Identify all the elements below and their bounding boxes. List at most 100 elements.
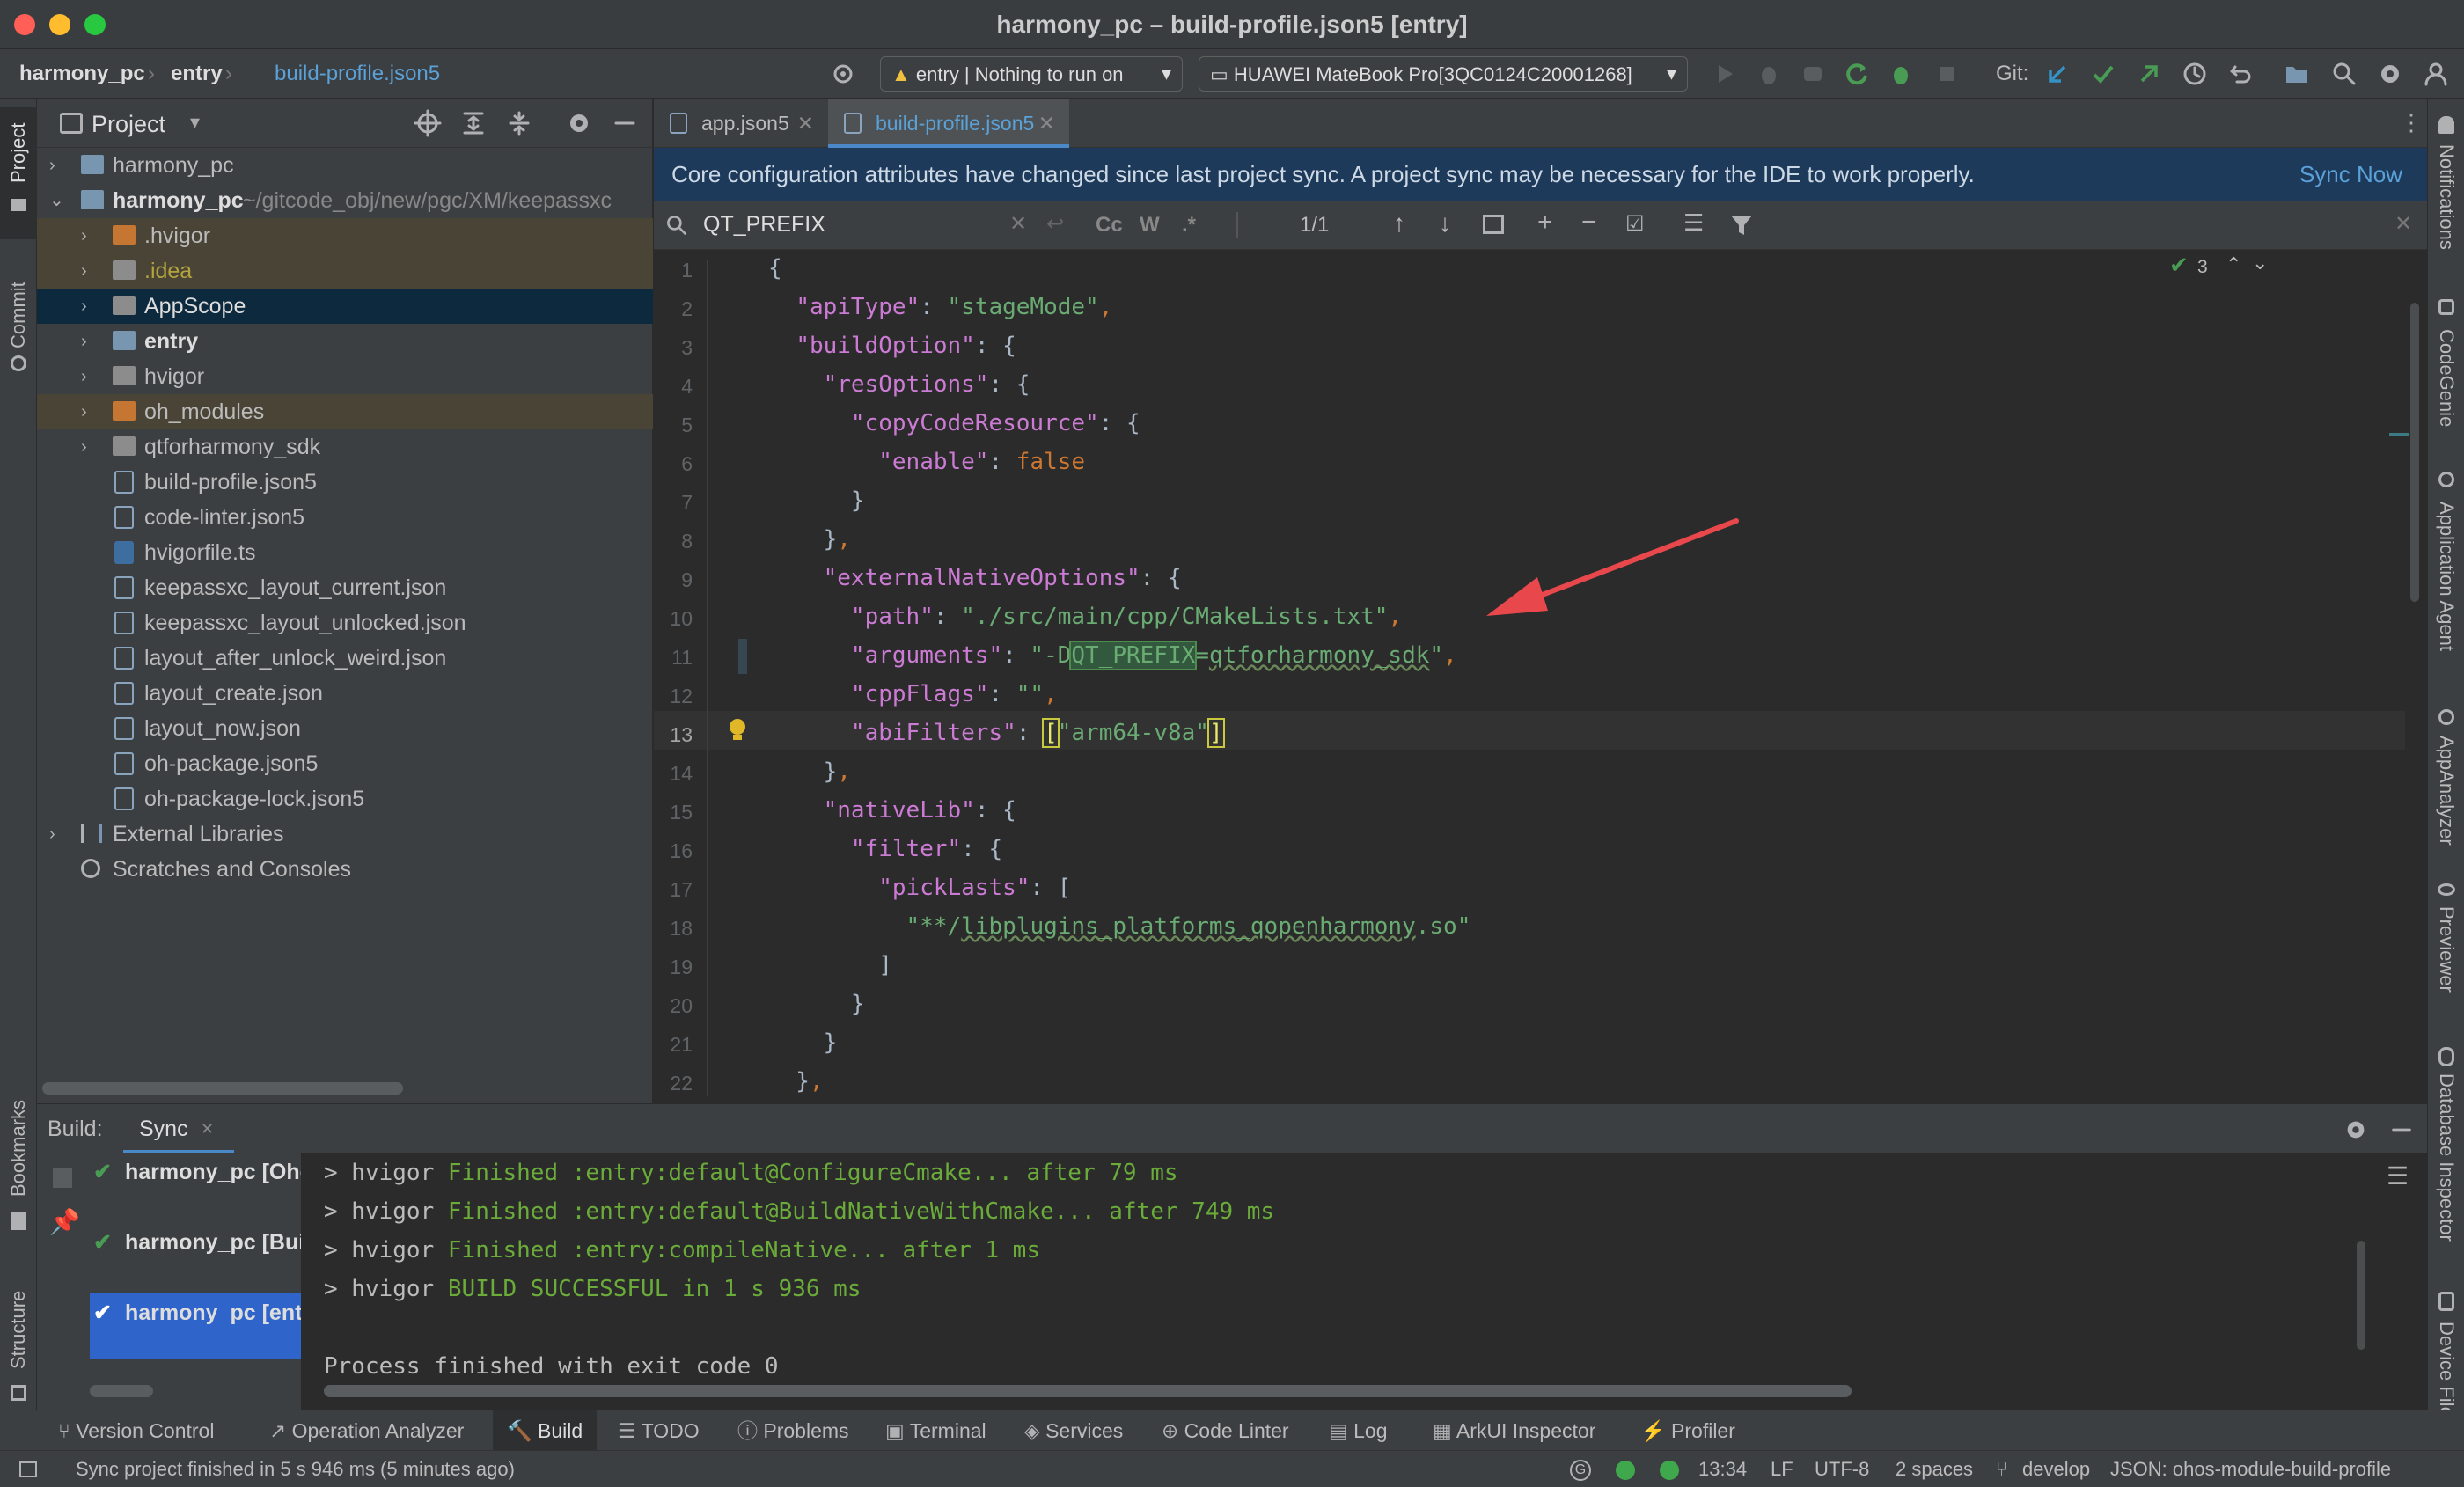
tool-services[interactable]: ◈ Services — [1024, 1410, 1123, 1451]
tree-item[interactable]: › qtforharmony_sdk — [37, 429, 653, 465]
attach-debugger-icon[interactable] — [1799, 60, 1827, 88]
file-encoding[interactable]: UTF-8 — [1815, 1451, 1869, 1487]
select-all-occurrences-icon[interactable] — [1483, 215, 1504, 234]
tree-item[interactable]: › harmony_pc — [37, 148, 653, 183]
whole-word-toggle[interactable]: W — [1140, 213, 1160, 238]
project-structure-icon[interactable] — [2283, 60, 2311, 88]
tree-item[interactable]: hvigorfile.ts — [37, 535, 653, 570]
tool-profiler[interactable]: ⚡ Profiler — [1640, 1410, 1735, 1451]
breadcrumb-project[interactable]: harmony_pc — [19, 62, 145, 86]
select-occurrence-icon[interactable]: ☑ — [1625, 211, 1645, 237]
codegenie-tool-label[interactable]: CodeGenie — [2435, 329, 2458, 427]
tab-app-json5[interactable]: app.json5 ✕ — [654, 99, 828, 148]
commit-tool-label[interactable]: Commit — [7, 282, 30, 348]
tree-item[interactable]: ⌄ harmony_pc ~/gitcode_obj/new/pgc/XM/ke… — [37, 183, 653, 218]
next-match-icon[interactable]: ↓ — [1439, 209, 1451, 238]
search-icon[interactable] — [2330, 60, 2358, 88]
clear-search-icon[interactable]: ✕ — [1009, 211, 1027, 237]
build-settings-gear-icon[interactable] — [2343, 1117, 2369, 1143]
structure-tool-label[interactable]: Structure — [7, 1291, 30, 1369]
tree-item[interactable]: layout_after_unlock_weird.json — [37, 641, 653, 676]
breadcrumb-module[interactable]: entry — [171, 62, 223, 86]
tree-item[interactable]: keepassxc_layout_current.json — [37, 570, 653, 605]
tool-problems[interactable]: ⓘ Problems — [737, 1410, 849, 1451]
git-history-icon[interactable] — [2181, 60, 2209, 88]
git-commit-icon[interactable] — [2089, 60, 2117, 88]
pin-icon[interactable]: 📌 — [49, 1207, 80, 1236]
editor-scrollbar[interactable] — [2410, 303, 2419, 602]
tool-operation-analyzer[interactable]: ↗ Operation Analyzer — [269, 1410, 464, 1451]
tree-item[interactable]: keepassxc_layout_unlocked.json — [37, 605, 653, 641]
code-editor[interactable]: 1 2 3 4 5 6 7 8 9 10 11 12 13 14 15 16 17 18 19 20 21 22 { "a… — [654, 250, 2427, 1103]
genie-status-icon[interactable]: G — [1570, 1460, 1591, 1481]
tool-todo[interactable]: ☰ TODO — [618, 1410, 700, 1451]
target-icon[interactable] — [829, 60, 857, 88]
tree-item[interactable]: code-linter.json5 — [37, 500, 653, 535]
stop-icon[interactable] — [53, 1168, 72, 1188]
locate-file-icon[interactable] — [414, 109, 442, 137]
reload-icon[interactable] — [1843, 60, 1871, 88]
tree-item[interactable]: › .idea — [37, 253, 653, 289]
database-inspector-tool-label[interactable]: Database Inspector — [2435, 1073, 2458, 1242]
tool-version-control[interactable]: ⑂ Version Control — [58, 1410, 214, 1451]
sync-now-link[interactable]: Sync Now — [2299, 148, 2402, 201]
close-find-icon[interactable]: ✕ — [2394, 211, 2412, 237]
cursor-time[interactable]: 13:34 — [1698, 1451, 1747, 1487]
hide-panel-icon[interactable] — [611, 109, 639, 137]
tool-build[interactable]: 🔨 Build — [493, 1410, 598, 1451]
tree-item[interactable]: › oh_modules — [37, 394, 653, 429]
application-agent-tool-label[interactable]: Application Agent — [2435, 502, 2458, 651]
device-select[interactable]: ▭ HUAWEI MateBook Pro[3QC0124C20001268] … — [1199, 56, 1688, 92]
hide-panel-icon[interactable] — [2388, 1117, 2415, 1143]
intention-bulb-icon[interactable] — [728, 718, 747, 743]
panel-toggle-icon[interactable] — [19, 1461, 37, 1477]
tree-item[interactable]: › External Libraries — [37, 817, 653, 852]
next-highlight-icon[interactable]: ⌄ — [2252, 252, 2268, 275]
tree-item[interactable]: Scratches and Consoles — [37, 852, 653, 887]
json-schema[interactable]: JSON: ohos-module-build-profile — [2110, 1451, 2391, 1487]
bug-run-icon[interactable] — [1887, 60, 1915, 88]
tab-sync[interactable]: Sync ✕ — [123, 1104, 234, 1154]
stop-icon[interactable] — [1932, 60, 1961, 88]
debug-icon[interactable] — [1755, 60, 1783, 88]
notifications-tool-label[interactable]: Notifications — [2435, 144, 2458, 250]
settings-gear-icon[interactable] — [2376, 60, 2404, 88]
search-input[interactable]: QT_PREFIX — [703, 212, 825, 238]
git-rollback-icon[interactable] — [2226, 60, 2255, 88]
run-icon[interactable] — [1711, 60, 1739, 88]
tree-item[interactable]: oh-package.json5 — [37, 746, 653, 781]
build-output-console[interactable]: > hvigor Finished :entry:default@Configu… — [301, 1153, 2427, 1410]
filter-icon[interactable] — [1729, 213, 1754, 238]
add-selection-icon[interactable]: + — [1537, 208, 1553, 238]
tree-item[interactable]: build-profile.json5 — [37, 465, 653, 500]
git-push-icon[interactable] — [2135, 60, 2163, 88]
regex-toggle[interactable]: .* — [1182, 213, 1196, 238]
tab-build-profile-json5[interactable]: build-profile.json5 ✕ — [828, 99, 1069, 148]
horizontal-scrollbar[interactable] — [42, 1082, 403, 1095]
remove-selection-icon[interactable]: − — [1581, 208, 1597, 238]
filter-lines-icon[interactable]: ☰ — [1683, 209, 1704, 237]
project-tool-label[interactable]: Project — [7, 123, 30, 183]
tree-item[interactable]: oh-package-lock.json5 — [37, 781, 653, 817]
collapse-all-icon[interactable] — [505, 109, 533, 137]
tool-terminal[interactable]: ▣ Terminal — [885, 1410, 986, 1451]
account-icon[interactable] — [2422, 60, 2450, 88]
tree-item[interactable]: layout_create.json — [37, 676, 653, 711]
project-view-title[interactable]: Project — [92, 111, 165, 138]
previous-highlight-icon[interactable]: ⌃ — [2226, 253, 2241, 276]
breadcrumb-file[interactable]: build-profile.json5 — [275, 62, 440, 86]
git-branch[interactable]: develop — [2022, 1451, 2090, 1487]
previous-match-icon[interactable]: ↑ — [1393, 209, 1405, 238]
tree-item[interactable]: › entry — [37, 324, 653, 359]
run-configuration-select[interactable]: ▲ entry | Nothing to run on ▾ — [880, 56, 1183, 92]
tab-options-icon[interactable]: ⋮ — [2400, 109, 2423, 136]
indent-setting[interactable]: 2 spaces — [1896, 1451, 1973, 1487]
appanalyzer-tool-label[interactable]: AppAnalyzer — [2435, 736, 2458, 846]
status-green-dot-icon[interactable] — [1616, 1461, 1635, 1480]
soft-wrap-icon[interactable]: ☰ — [2387, 1161, 2409, 1190]
tree-item[interactable]: › .hvigor — [37, 218, 653, 253]
tree-item[interactable]: layout_now.json — [37, 711, 653, 746]
horizontal-scrollbar[interactable] — [90, 1385, 153, 1397]
git-update-icon[interactable] — [2043, 60, 2072, 88]
vertical-scrollbar[interactable] — [2357, 1241, 2365, 1350]
